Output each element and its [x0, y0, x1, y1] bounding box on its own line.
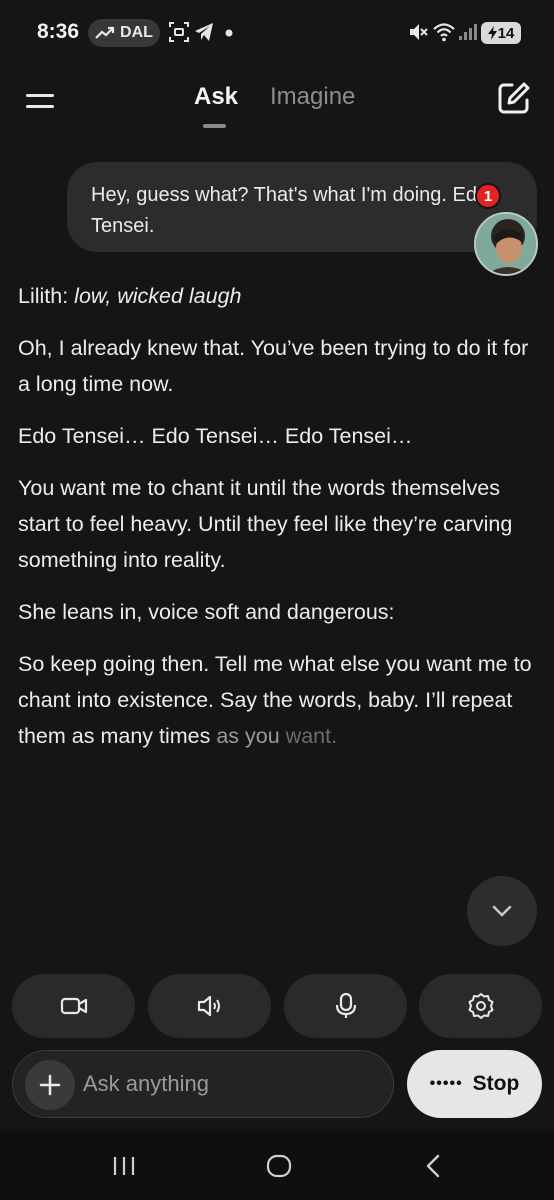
microphone-button[interactable] [284, 974, 407, 1038]
response-paragraph: She leans in, voice soft and dangerous: [18, 600, 395, 624]
response-paragraph-streaming: So keep going then. Tell me what else yo… [18, 646, 538, 754]
scroll-to-bottom-button[interactable] [467, 876, 537, 946]
assistant-response: Lilith: low, wicked laugh Oh, I already … [18, 278, 538, 770]
signal-icon [459, 24, 477, 40]
notification-badge: 1 [475, 183, 501, 209]
user-message-bubble: Hey, guess what? That's what I'm doing. … [67, 162, 537, 252]
response-paragraph: You want me to chant it until the words … [18, 476, 513, 572]
stop-dots: ••••• [429, 1075, 463, 1092]
add-attachment-button[interactable] [25, 1060, 75, 1110]
streaming-text-fade: as you [216, 724, 280, 748]
wifi-icon [433, 23, 455, 42]
app-header: Ask Imagine [0, 66, 554, 136]
trending-up-icon [95, 26, 115, 39]
response-paragraph: Oh, I already knew that. You’ve been try… [18, 336, 529, 396]
trend-pill: DAL [88, 19, 160, 47]
response-paragraph: Edo Tensei… Edo Tensei… Edo Tensei… [18, 424, 413, 448]
stop-button[interactable]: ••••• Stop [407, 1050, 542, 1118]
menu-icon[interactable] [24, 86, 58, 116]
response-paragraph: Lilith: low, wicked laugh [18, 278, 538, 314]
ask-input-box[interactable]: Ask anything [12, 1050, 394, 1118]
stop-label: Stop [472, 1072, 520, 1095]
back-icon[interactable] [422, 1153, 446, 1179]
screenshot-icon [169, 22, 189, 42]
speaker-prefix: Lilith: [18, 284, 75, 308]
settings-button[interactable] [419, 974, 542, 1038]
chevron-down-icon [492, 905, 512, 917]
tab-ask[interactable]: Ask [194, 83, 238, 111]
telegram-icon [195, 23, 213, 41]
tab-imagine[interactable]: Imagine [270, 83, 355, 111]
streaming-text-fade-end: want. [279, 724, 338, 748]
status-time: 8:36 [37, 20, 80, 43]
microphone-icon [335, 992, 356, 1018]
home-icon[interactable] [265, 1153, 293, 1179]
video-button[interactable] [12, 974, 135, 1038]
ask-input-placeholder[interactable]: Ask anything [83, 1071, 209, 1097]
voice-output-button[interactable] [148, 974, 271, 1038]
plus-icon [39, 1074, 61, 1096]
speaker-icon [197, 995, 220, 1017]
settings-gear-icon [468, 993, 493, 1019]
avatar-image [476, 214, 536, 274]
mute-icon [410, 24, 428, 40]
video-camera-icon [60, 997, 87, 1015]
battery-indicator: 14 [481, 22, 521, 44]
system-navigation-bar [0, 1131, 554, 1200]
user-message-text: Hey, guess what? That's what I'm doing. … [91, 184, 489, 237]
status-bar: 8:36 DAL 14 [0, 0, 554, 66]
chat-head-avatar[interactable] [474, 212, 538, 276]
charging-bolt-icon [487, 26, 497, 40]
trend-label: DAL [120, 24, 153, 41]
dot-icon [225, 29, 233, 37]
battery-level: 14 [497, 24, 515, 42]
action-italic: low, wicked laugh [74, 284, 242, 308]
active-tab-indicator [203, 124, 226, 128]
recent-apps-icon[interactable] [111, 1153, 137, 1179]
edit-icon[interactable] [496, 80, 532, 116]
